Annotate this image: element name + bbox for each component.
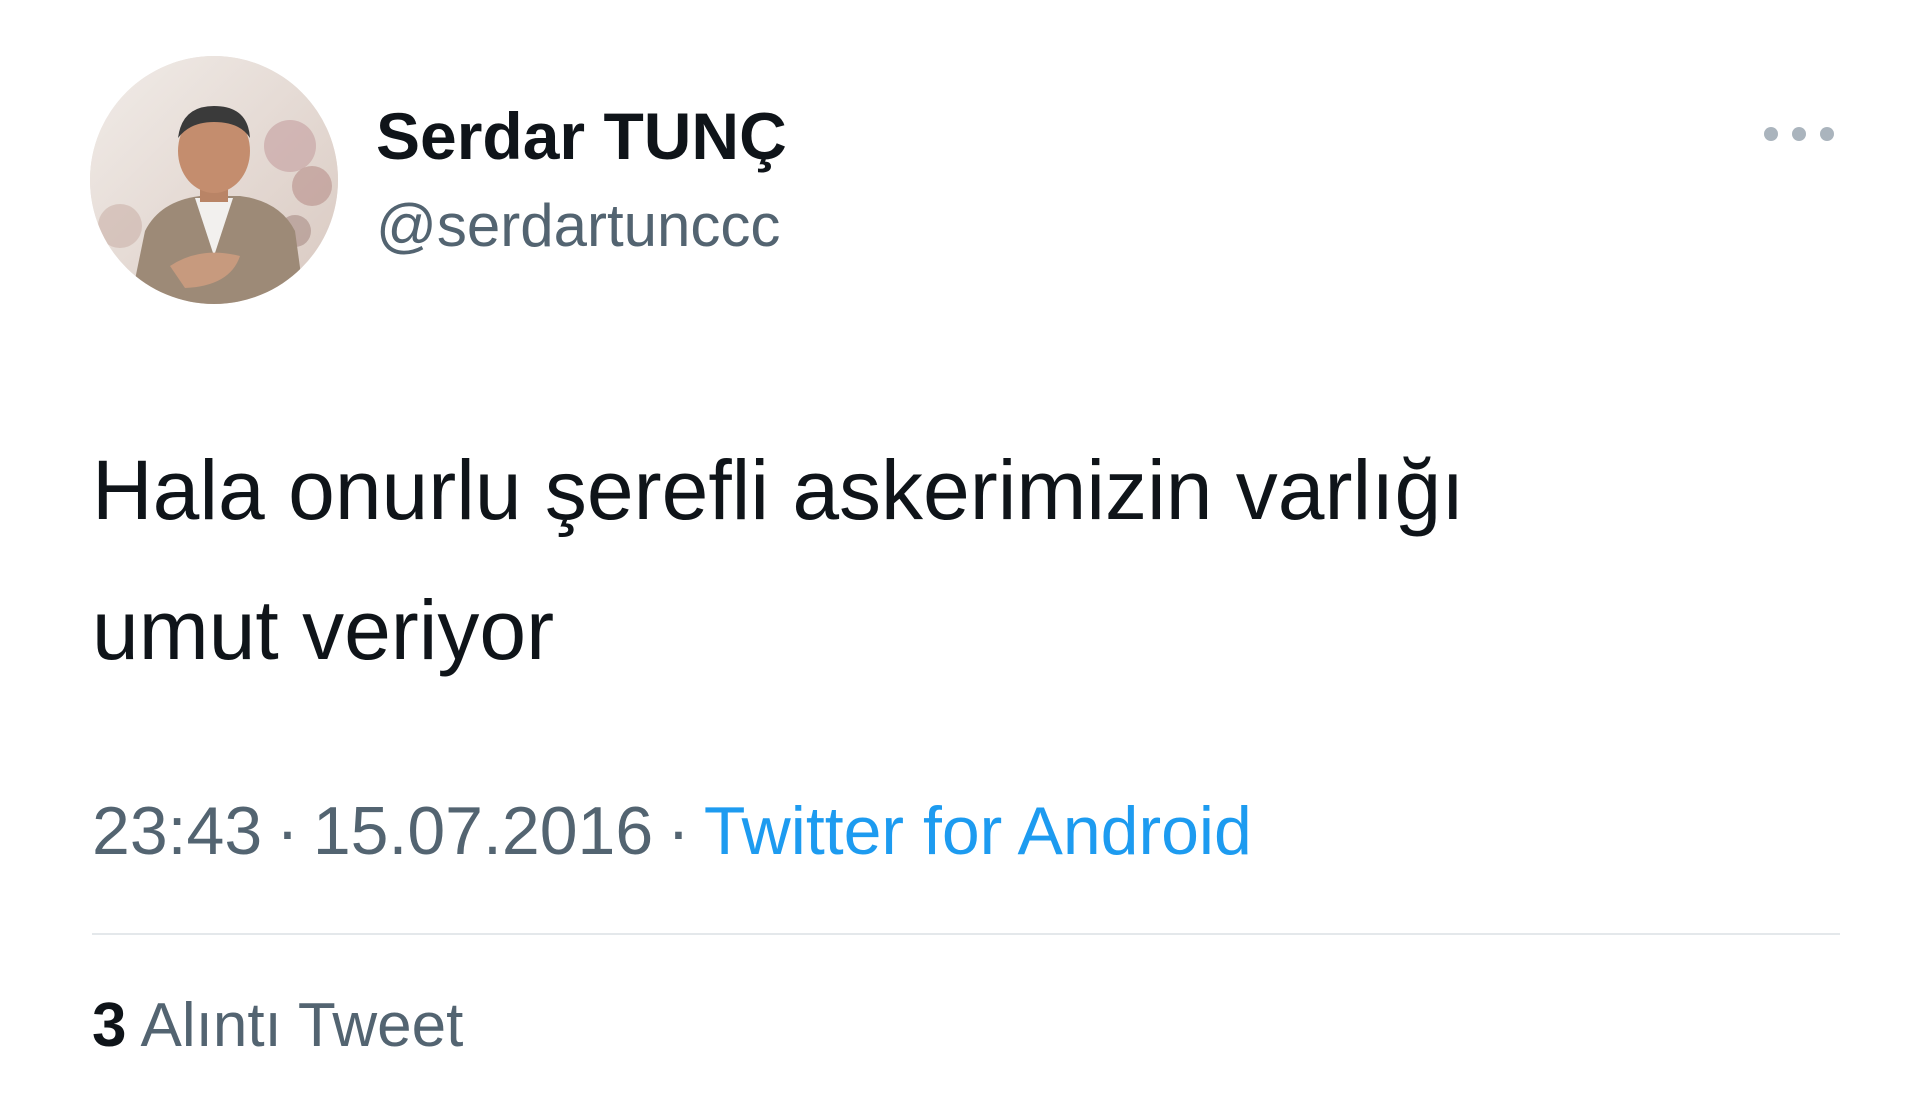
avatar[interactable] — [90, 56, 338, 304]
tweet-source-link[interactable]: Twitter for Android — [704, 793, 1252, 869]
tweet-metadata: 23:43 · 15.07.2016 · Twitter for Android — [92, 790, 1252, 872]
more-horizontal-icon — [1764, 127, 1778, 141]
tweet-text-line: Hala onurlu şerefli askerimizin varlığı — [92, 443, 1465, 537]
separator: · — [667, 793, 690, 869]
tweet-time[interactable]: 23:43 — [92, 793, 262, 869]
more-horizontal-icon — [1792, 127, 1806, 141]
tweet-text: Hala onurlu şerefli askerimizin varlığı … — [92, 420, 1812, 700]
separator: · — [276, 793, 299, 869]
profile-photo — [90, 56, 338, 304]
quote-label: Alıntı Tweet — [140, 991, 464, 1060]
author-display-name[interactable]: Serdar TUNÇ — [376, 96, 787, 176]
author-handle[interactable]: @serdartunccc — [376, 190, 780, 262]
divider — [92, 933, 1840, 935]
quote-count: 3 — [92, 991, 127, 1060]
more-options-button[interactable] — [1764, 114, 1834, 154]
tweet-text-line: umut veriyor — [92, 583, 555, 677]
tweet-date[interactable]: 15.07.2016 — [313, 793, 653, 869]
more-horizontal-icon — [1820, 127, 1834, 141]
quote-tweets-stat[interactable]: 3 Alıntı Tweet — [92, 988, 463, 1064]
